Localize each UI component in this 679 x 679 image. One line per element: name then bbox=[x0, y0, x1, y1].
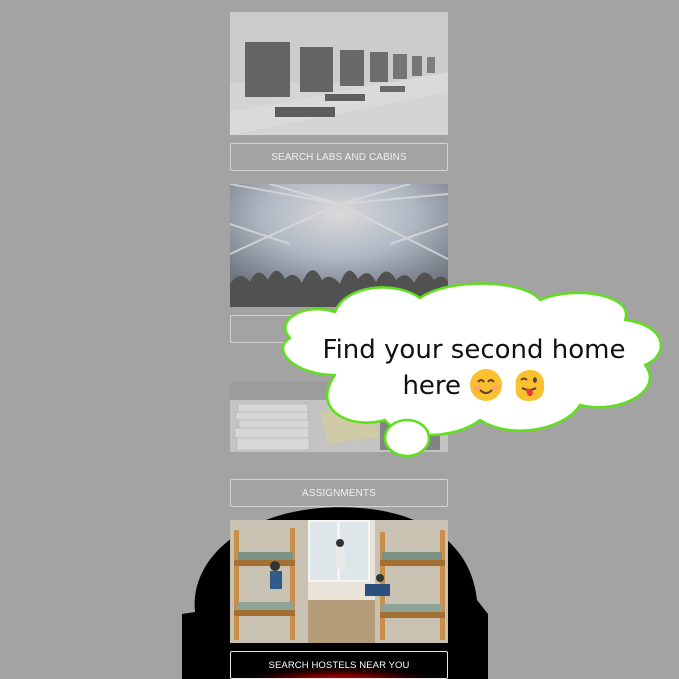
hostels-card-image bbox=[230, 520, 448, 643]
smiling-face-icon bbox=[470, 369, 503, 401]
tooltip-text-line2: here bbox=[402, 371, 462, 401]
tooltip-text: Find your second home here bbox=[300, 332, 648, 404]
tooltip-text-line1: Find your second home bbox=[322, 335, 626, 365]
winking-tongue-face-icon bbox=[515, 370, 544, 401]
search-hostels-button[interactable]: SEARCH HOSTELS NEAR YOU bbox=[230, 651, 448, 679]
